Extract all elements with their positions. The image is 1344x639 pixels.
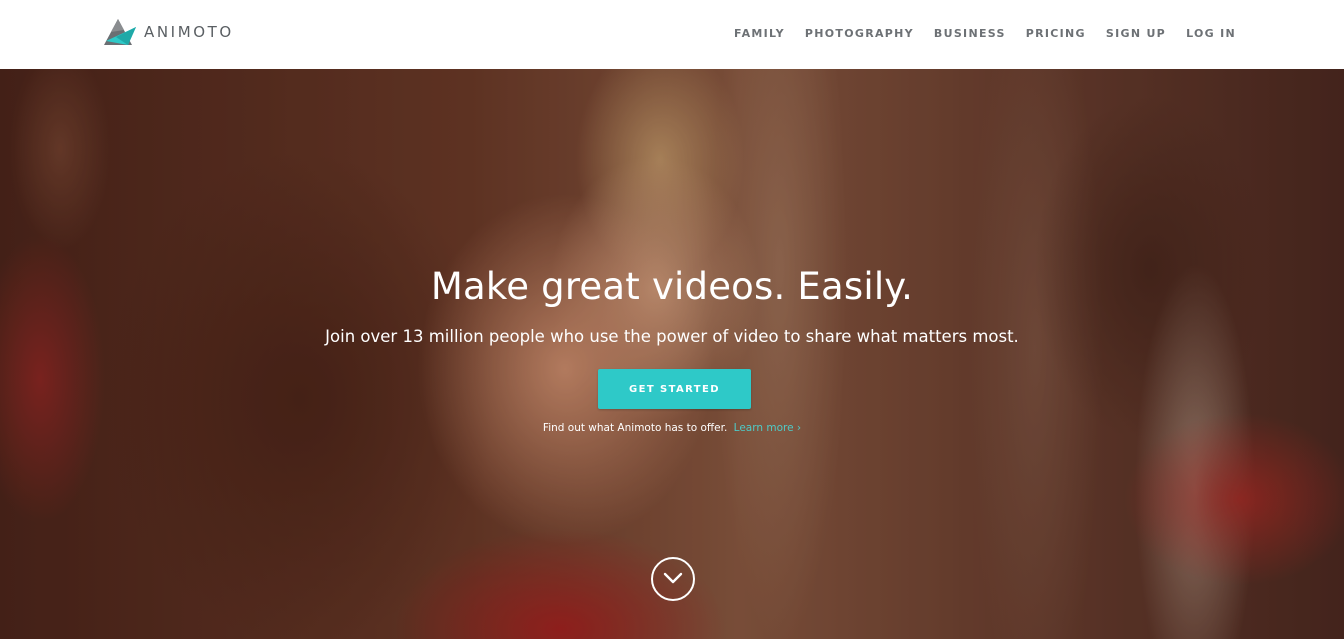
findout-text: Find out what Animoto has to offer. — [542, 422, 728, 434]
scroll-down-button[interactable] — [651, 557, 695, 601]
animoto-triangle-logo-icon — [104, 19, 136, 45]
main-nav: FAMILY PHOTOGRAPHY BUSINESS PRICING SIGN… — [714, 27, 1236, 40]
chevron-down-icon — [663, 572, 683, 584]
nav-item-sign-up[interactable]: SIGN UP — [1106, 27, 1166, 40]
nav-item-pricing[interactable]: PRICING — [1026, 27, 1086, 40]
hero-overlay — [0, 69, 1344, 639]
brand-name: ANIMOTO — [144, 23, 234, 41]
learn-more-link[interactable]: Learn more › — [734, 422, 801, 434]
top-navigation-bar: ANIMOTO FAMILY PHOTOGRAPHY BUSINESS PRIC… — [0, 0, 1344, 69]
animoto-logo[interactable]: ANIMOTO — [102, 17, 234, 47]
nav-item-photography[interactable]: PHOTOGRAPHY — [805, 27, 914, 40]
hero-section: Make great videos. Easily. Join over 13 … — [0, 69, 1344, 639]
nav-item-log-in[interactable]: LOG IN — [1186, 27, 1236, 40]
nav-item-business[interactable]: BUSINESS — [934, 27, 1006, 40]
hero-subheadline: Join over 13 million people who use the … — [325, 327, 1019, 346]
findout-line: Find out what Animoto has to offer. Lear… — [0, 422, 1344, 434]
get-started-button[interactable]: GET STARTED — [598, 369, 751, 409]
hero-headline: Make great videos. Easily. — [430, 265, 914, 308]
nav-item-family[interactable]: FAMILY — [734, 27, 785, 40]
